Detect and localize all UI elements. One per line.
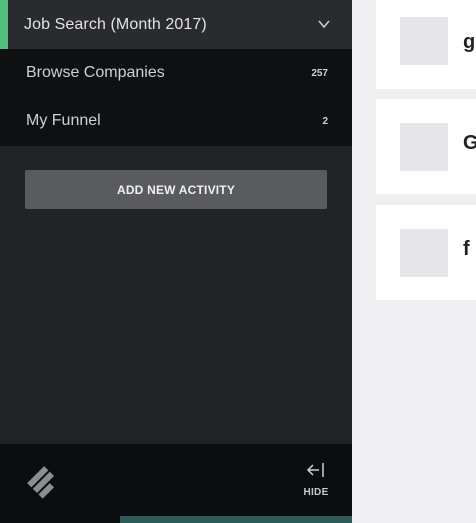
company-card[interactable]: G — [376, 99, 476, 194]
sidebar-item-label: My Funnel — [26, 112, 101, 129]
sidebar-item-label: Browse Companies — [26, 64, 165, 81]
sidebar: Job Search (Month 2017) Browse Companies… — [0, 0, 352, 523]
sidebar-item-count: 257 — [311, 67, 328, 79]
company-logo-placeholder — [400, 123, 448, 171]
company-card[interactable]: g — [376, 0, 476, 89]
sidebar-item-my-funnel[interactable]: My Funnel 2 — [0, 97, 352, 145]
chevron-down-icon[interactable] — [318, 18, 330, 30]
logo-icon — [27, 466, 55, 499]
company-name: G — [463, 132, 476, 154]
main-content: g G f — [352, 0, 476, 523]
sidebar-nav: Browse Companies 257 My Funnel 2 — [0, 49, 352, 146]
company-name: f — [463, 238, 470, 260]
company-logo-placeholder — [400, 17, 448, 65]
add-new-activity-button[interactable]: ADD NEW ACTIVITY — [25, 170, 327, 209]
sidebar-item-browse-companies[interactable]: Browse Companies 257 — [0, 49, 352, 97]
workspace-title: Job Search (Month 2017) — [24, 15, 207, 33]
sidebar-item-count: 2 — [322, 115, 328, 127]
company-card[interactable]: f — [376, 205, 476, 300]
company-name: g — [463, 31, 476, 53]
hide-sidebar-button[interactable]: HIDE — [300, 487, 332, 498]
bottom-strip — [120, 516, 352, 523]
collapse-left-icon[interactable] — [306, 460, 326, 480]
company-logo-placeholder — [400, 229, 448, 277]
workspace-header[interactable]: Job Search (Month 2017) — [0, 0, 352, 49]
